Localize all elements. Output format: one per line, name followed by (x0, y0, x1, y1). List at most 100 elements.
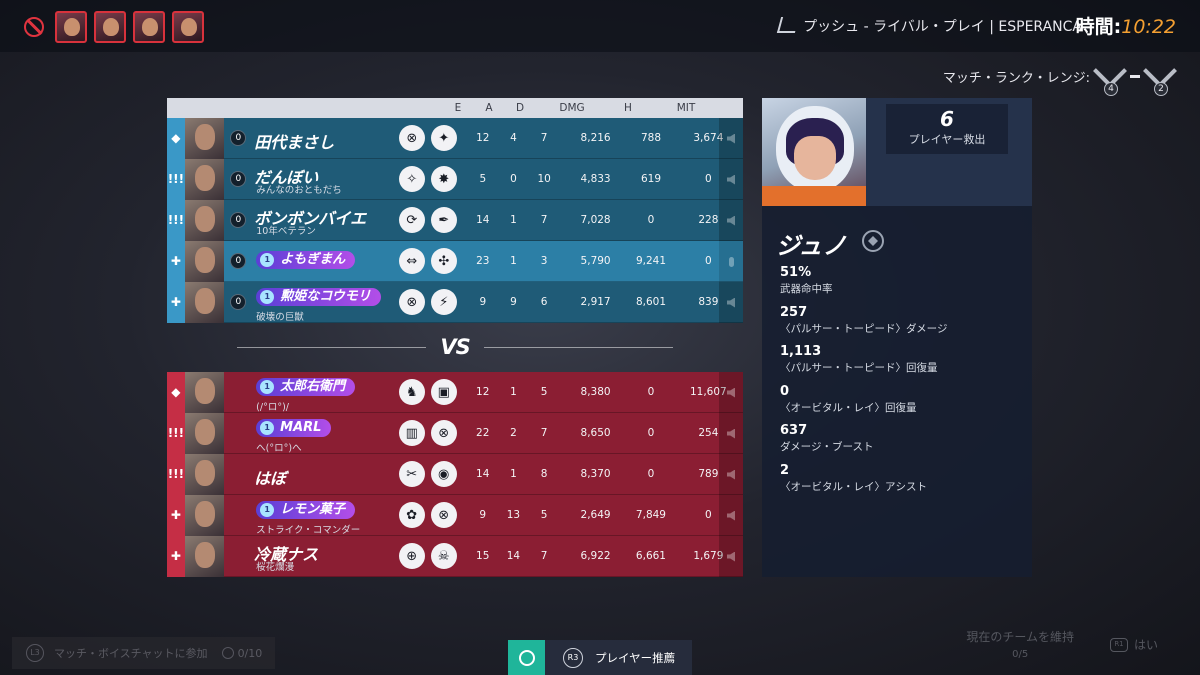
microphone-icon[interactable] (719, 241, 743, 282)
endorse-button[interactable]: R3 プレイヤー推薦 (508, 640, 692, 675)
blue-player-row[interactable]: ✚0勲姫なコウモリ破壊の巨獣⊗⚡9962,9178,601839 (167, 281, 743, 323)
blue-player-row[interactable]: ✚0よもぎまん⇔✣23135,7909,2410 (167, 240, 743, 282)
mute-speaker-icon[interactable] (719, 200, 743, 241)
hero-stat-label: ダメージ・ブースト (780, 441, 874, 454)
perk-icon[interactable]: ▣ (430, 379, 457, 405)
stat-eliminations: 9 (479, 296, 487, 308)
perk-icon[interactable]: ✦ (430, 125, 457, 151)
perk-icon[interactable]: ◉ (430, 461, 457, 487)
mute-speaker-icon[interactable] (719, 413, 743, 454)
player-name-tag[interactable]: 太郎右衛門 (256, 377, 356, 396)
header-h: H (624, 102, 632, 114)
stat-damage: 5,790 (580, 255, 611, 267)
perk-icon[interactable]: ✧ (398, 166, 425, 192)
perk-icon[interactable]: ▥ (398, 420, 425, 446)
perk-icon[interactable]: ✸ (430, 166, 457, 192)
stat-deaths: 5 (540, 386, 548, 398)
player-level: 0 (230, 212, 247, 228)
red-player-row[interactable]: !!!MARLへ(°ロ°)へ▥⊗22278,6500254 (167, 412, 743, 454)
push-mode-icon (776, 17, 800, 33)
player-subtitle: 破壊の巨獣 (256, 311, 304, 323)
blue-player-row[interactable]: ◆ 0 田代まさし ⊗ ✦ 12 4 7 8,216 788 3,674 (167, 117, 743, 159)
red-player-row[interactable]: ✚レモン菓子ストライク・コマンダー✿⊗91352,6497,8490 (167, 494, 743, 536)
hero-stat-value: 637 (780, 423, 808, 439)
hero-stat-item: 0 〈オービタル・レイ〉回復量 (780, 383, 1020, 423)
damage-role-icon: !!! (167, 199, 185, 241)
mute-speaker-icon[interactable] (719, 282, 743, 323)
r1-button-icon: R1 (1109, 637, 1128, 652)
player-name-tag[interactable]: 勲姫なコウモリ (256, 287, 381, 306)
time-value: 10:22 (1121, 16, 1176, 38)
perk-icon[interactable]: ✒ (430, 207, 457, 233)
match-timer: 時間:10:22 (1076, 12, 1176, 39)
damage-role-icon: !!! (167, 412, 185, 454)
stat-damage: 2,649 (580, 509, 611, 521)
perk-icon[interactable]: ⊗ (398, 125, 425, 151)
stat-assists: 0 (510, 173, 517, 185)
tank-role-icon: ◆ (167, 371, 185, 413)
rank-high-division: 2 (1154, 82, 1168, 96)
blue-player-row[interactable]: !!! 0 だんぼい みんなのおともだち ✧ ✸ 5 0 10 4,833 619 0 (167, 158, 743, 200)
red-player-row[interactable]: ✚ 冷蔵ナス 桜花爛漫 ⊕ ☠ 15 14 7 6,922 6,661 1,679 (167, 535, 743, 577)
blue-player-row[interactable]: !!! 0 ボンボンバイエ 10年ベテラン ⟳ ✒ 14 1 7 7,028 0 228 (167, 199, 743, 241)
perk-icon[interactable]: ⇔ (398, 248, 425, 274)
perk-icon[interactable]: ⊗ (430, 420, 457, 446)
damage-role-icon: !!! (167, 158, 185, 200)
mute-speaker-icon[interactable] (719, 159, 743, 200)
stat-healing: 6,661 (635, 550, 666, 562)
player-name-tag[interactable]: よもぎまん (256, 250, 356, 269)
player-hero-portrait (184, 240, 225, 282)
player-name[interactable]: 田代まさし (254, 129, 334, 153)
stat-deaths: 7 (540, 550, 548, 562)
player-subtitle: みんなのおともだち (256, 184, 342, 196)
perk-icon[interactable]: ☠ (430, 543, 457, 569)
red-player-row[interactable]: ◆太郎右衛門(/°ロ°)/♞▣12158,380011,607 (167, 371, 743, 413)
stat-eliminations: 5 (479, 173, 487, 185)
perk-list: ✂ ◉ (389, 461, 464, 487)
mute-speaker-icon[interactable] (719, 454, 743, 495)
perk-icon[interactable]: ⊗ (430, 502, 457, 528)
perk-icon[interactable]: ⚡ (430, 289, 457, 315)
perk-icon[interactable]: ✂ (398, 461, 425, 487)
mute-speaker-icon[interactable] (719, 118, 743, 159)
stat-assists: 14 (506, 550, 521, 562)
perk-icon[interactable]: ⊗ (398, 289, 425, 315)
hero-stat-value: 2 (780, 462, 790, 478)
keep-team-yes-button[interactable]: R1 はい (1109, 636, 1158, 653)
player-level: 0 (230, 294, 247, 310)
perk-icon[interactable]: ✣ (430, 248, 457, 274)
l3-button-icon: L3 (26, 644, 44, 662)
stat-deaths: 7 (540, 427, 548, 439)
mute-speaker-icon[interactable] (719, 536, 743, 577)
player-level: 0 (230, 253, 247, 269)
hero-stat-label: 〈パルサー・トーピード〉回復量 (780, 362, 938, 375)
red-player-row[interactable]: !!! はぼ ✂ ◉ 14 1 8 8,370 0 789 (167, 453, 743, 495)
player-name[interactable]: はぼ (254, 465, 286, 489)
perk-icon[interactable]: ⊕ (398, 543, 425, 569)
stat-healing: 0 (647, 427, 655, 439)
stat-healing: 0 (647, 214, 655, 226)
mute-speaker-icon[interactable] (719, 495, 743, 536)
stat-eliminations: 12 (476, 132, 490, 144)
stat-deaths: 7 (540, 214, 548, 226)
perk-icon[interactable]: ✿ (398, 502, 425, 528)
hero-stat-label: 武器命中率 (780, 283, 833, 295)
stat-healing: 0 (647, 386, 655, 398)
player-name-tag[interactable]: レモン菓子 (256, 500, 356, 519)
keep-team-count: 0/5 (1012, 649, 1029, 660)
mute-speaker-icon[interactable] (719, 372, 743, 413)
perk-icon[interactable]: ⟳ (398, 207, 425, 233)
support-role-icon: ✚ (167, 535, 185, 577)
hero-detail-panel: 6 プレイヤー救出 ジュノ 51% 武器命中率 257 〈パルサー・トーピード〉ダメー… (762, 98, 1032, 577)
keep-team-prompt: 現在のチームを維持 0/5 (966, 628, 1074, 660)
perk-list: ▥ ⊗ (389, 420, 464, 446)
perk-icon[interactable]: ♞ (398, 379, 425, 405)
hero-stat-label: 〈オービタル・レイ〉回復量 (780, 401, 917, 414)
player-name-tag[interactable]: MARL (256, 418, 332, 437)
voice-chat-join[interactable]: L3 マッチ・ボイスチャットに参加 0/10 (12, 637, 275, 669)
hero-stat-item: 1,113 〈パルサー・トーピード〉回復量 (780, 343, 1020, 383)
perk-list: ✧ ✸ (389, 166, 464, 192)
stat-damage: 8,380 (580, 386, 611, 398)
stat-healing: 788 (640, 132, 662, 144)
perk-list: ♞ ▣ (389, 379, 464, 405)
